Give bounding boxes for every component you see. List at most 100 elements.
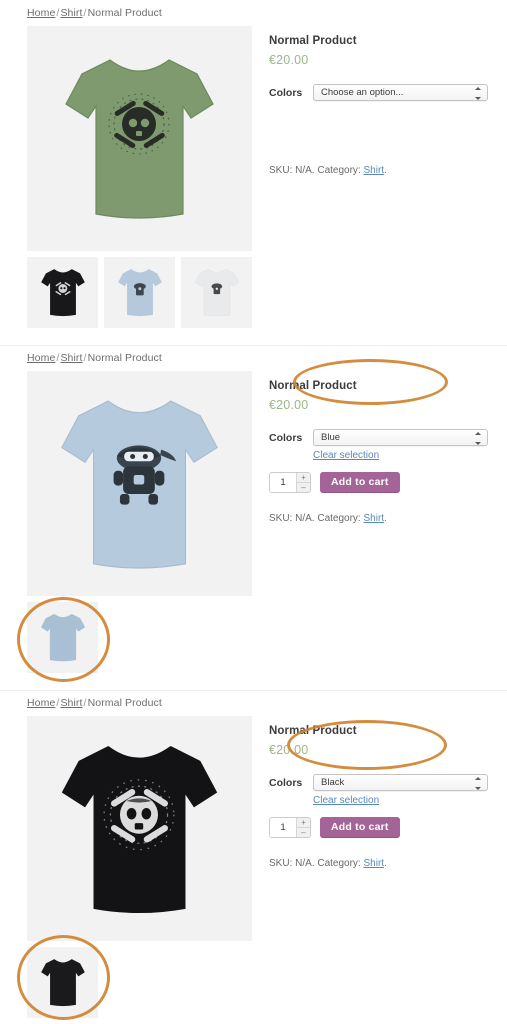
colors-label: Colors [269, 86, 303, 99]
tshirt-svg-thumb-black [40, 959, 85, 1007]
shirt-graphic-green [27, 26, 252, 251]
breadcrumb-current: Normal Product [87, 7, 162, 19]
variation-row-colors: Colors Choose an option... [269, 84, 507, 101]
thumbnail-blue[interactable] [27, 602, 98, 673]
add-to-cart-button[interactable]: Add to cart [320, 817, 400, 838]
breadcrumb-current: Normal Product [87, 697, 162, 709]
product-summary: Normal Product €20.00 Colors Choose an o… [252, 26, 507, 176]
product-price: €20.00 [269, 398, 309, 412]
product-meta: SKU: N/A. Category: Shirt. [269, 858, 507, 869]
product-section-black: Home/Shirt/Normal Product Normal Product… [0, 690, 507, 1024]
product-main-image-blue[interactable] [27, 371, 252, 596]
colors-select[interactable]: Black [313, 774, 488, 791]
quantity-input[interactable]: 1 [270, 473, 296, 492]
colors-label: Colors [269, 431, 303, 444]
product-gallery [27, 371, 252, 673]
clear-selection-link[interactable]: Clear selection [313, 795, 379, 806]
section-divider-1 [0, 345, 507, 346]
select-arrows-icon [475, 432, 481, 445]
product-main-image-green[interactable] [27, 26, 252, 251]
sku-prefix: SKU: N/A. Category: [269, 858, 364, 869]
sku-prefix: SKU: N/A. Category: [269, 165, 364, 176]
sku-suffix: . [384, 165, 387, 176]
breadcrumb: Home/Shirt/Normal Product [0, 345, 507, 371]
clear-selection-link[interactable]: Clear selection [313, 450, 379, 461]
shirt-graphic-black [27, 716, 252, 941]
add-to-cart-button[interactable]: Add to cart [320, 472, 400, 493]
sku-category-link[interactable]: Shirt [363, 513, 384, 524]
sku-category-link[interactable]: Shirt [363, 165, 384, 176]
product-summary: Normal Product €20.00 Colors Black Clear… [252, 716, 507, 869]
tshirt-svg-black [61, 745, 218, 913]
product-meta: SKU: N/A. Category: Shirt. [269, 513, 507, 524]
quantity-increase-button[interactable]: + [297, 818, 310, 828]
tshirt-svg-thumb-black [40, 269, 85, 317]
product-price: €20.00 [269, 743, 309, 757]
colors-select-value: Black [321, 777, 345, 788]
section-divider-2 [0, 690, 507, 691]
sku-category-link[interactable]: Shirt [363, 858, 384, 869]
product-price: €20.00 [269, 53, 309, 67]
product-title: Normal Product [269, 35, 357, 47]
product-section-default: Home/Shirt/Normal Product Normal Product… [0, 0, 507, 345]
thumbnail-strip [27, 257, 252, 328]
breadcrumb-current: Normal Product [87, 352, 162, 364]
thumbnail-strip [27, 602, 252, 673]
quantity-decrease-button[interactable]: – [297, 483, 310, 492]
variation-row-colors: Colors Black [269, 774, 507, 791]
product-page: Home/Shirt/Normal Product Normal Product… [0, 0, 507, 1024]
shirt-graphic-blue [27, 371, 252, 596]
thumbnail-blue[interactable] [104, 257, 175, 328]
tshirt-svg-thumb-white [194, 269, 239, 317]
quantity-stepper[interactable]: 1 + – [269, 817, 311, 838]
thumbnail-strip [27, 947, 252, 1018]
tshirt-svg-blue [61, 399, 218, 569]
clear-selection-row: Clear selection [269, 449, 507, 461]
quantity-decrease-button[interactable]: – [297, 828, 310, 837]
thumb-shirt-white [181, 257, 252, 328]
quantity-increase-button[interactable]: + [297, 473, 310, 483]
quantity-input[interactable]: 1 [270, 818, 296, 837]
product-meta: SKU: N/A. Category: Shirt. [269, 165, 507, 176]
thumbnail-white[interactable] [181, 257, 252, 328]
product-title: Normal Product [269, 725, 357, 737]
thumb-shirt-blue [104, 257, 175, 328]
quantity-buttons: + – [296, 473, 310, 492]
thumbnail-black[interactable] [27, 947, 98, 1018]
cart-row: 1 + – Add to cart [269, 472, 507, 493]
tshirt-svg-thumb-blue [117, 269, 162, 317]
quantity-stepper[interactable]: 1 + – [269, 472, 311, 493]
cart-row: 1 + – Add to cart [269, 817, 507, 838]
colors-select-value: Blue [321, 432, 341, 443]
breadcrumb-category[interactable]: Shirt [60, 697, 82, 709]
thumb-shirt-blue [27, 602, 98, 673]
breadcrumb-category[interactable]: Shirt [60, 352, 82, 364]
thumbnail-black[interactable] [27, 257, 98, 328]
variation-row-colors: Colors Blue [269, 429, 507, 446]
breadcrumb-home[interactable]: Home [27, 7, 55, 19]
product-gallery [27, 26, 252, 328]
breadcrumb: Home/Shirt/Normal Product [0, 0, 507, 26]
clear-selection-row [269, 104, 507, 154]
thumb-shirt-black [27, 947, 98, 1018]
product-summary: Normal Product €20.00 Colors Blue Clear … [252, 371, 507, 524]
breadcrumb: Home/Shirt/Normal Product [0, 690, 507, 716]
product-main-image-black[interactable] [27, 716, 252, 941]
product-section-blue: Home/Shirt/Normal Product Normal Product… [0, 345, 507, 690]
thumb-shirt-black [27, 257, 98, 328]
sku-suffix: . [384, 513, 387, 524]
colors-select-value: Choose an option... [321, 87, 404, 98]
sku-prefix: SKU: N/A. Category: [269, 513, 364, 524]
tshirt-svg-green [65, 59, 214, 219]
clear-selection-row: Clear selection [269, 794, 507, 806]
quantity-buttons: + – [296, 818, 310, 837]
breadcrumb-category[interactable]: Shirt [60, 7, 82, 19]
colors-select[interactable]: Choose an option... [313, 84, 488, 101]
product-title: Normal Product [269, 380, 357, 392]
sku-suffix: . [384, 858, 387, 869]
breadcrumb-home[interactable]: Home [27, 697, 55, 709]
breadcrumb-home[interactable]: Home [27, 352, 55, 364]
product-gallery [27, 716, 252, 1018]
select-arrows-icon [475, 87, 481, 100]
colors-select[interactable]: Blue [313, 429, 488, 446]
